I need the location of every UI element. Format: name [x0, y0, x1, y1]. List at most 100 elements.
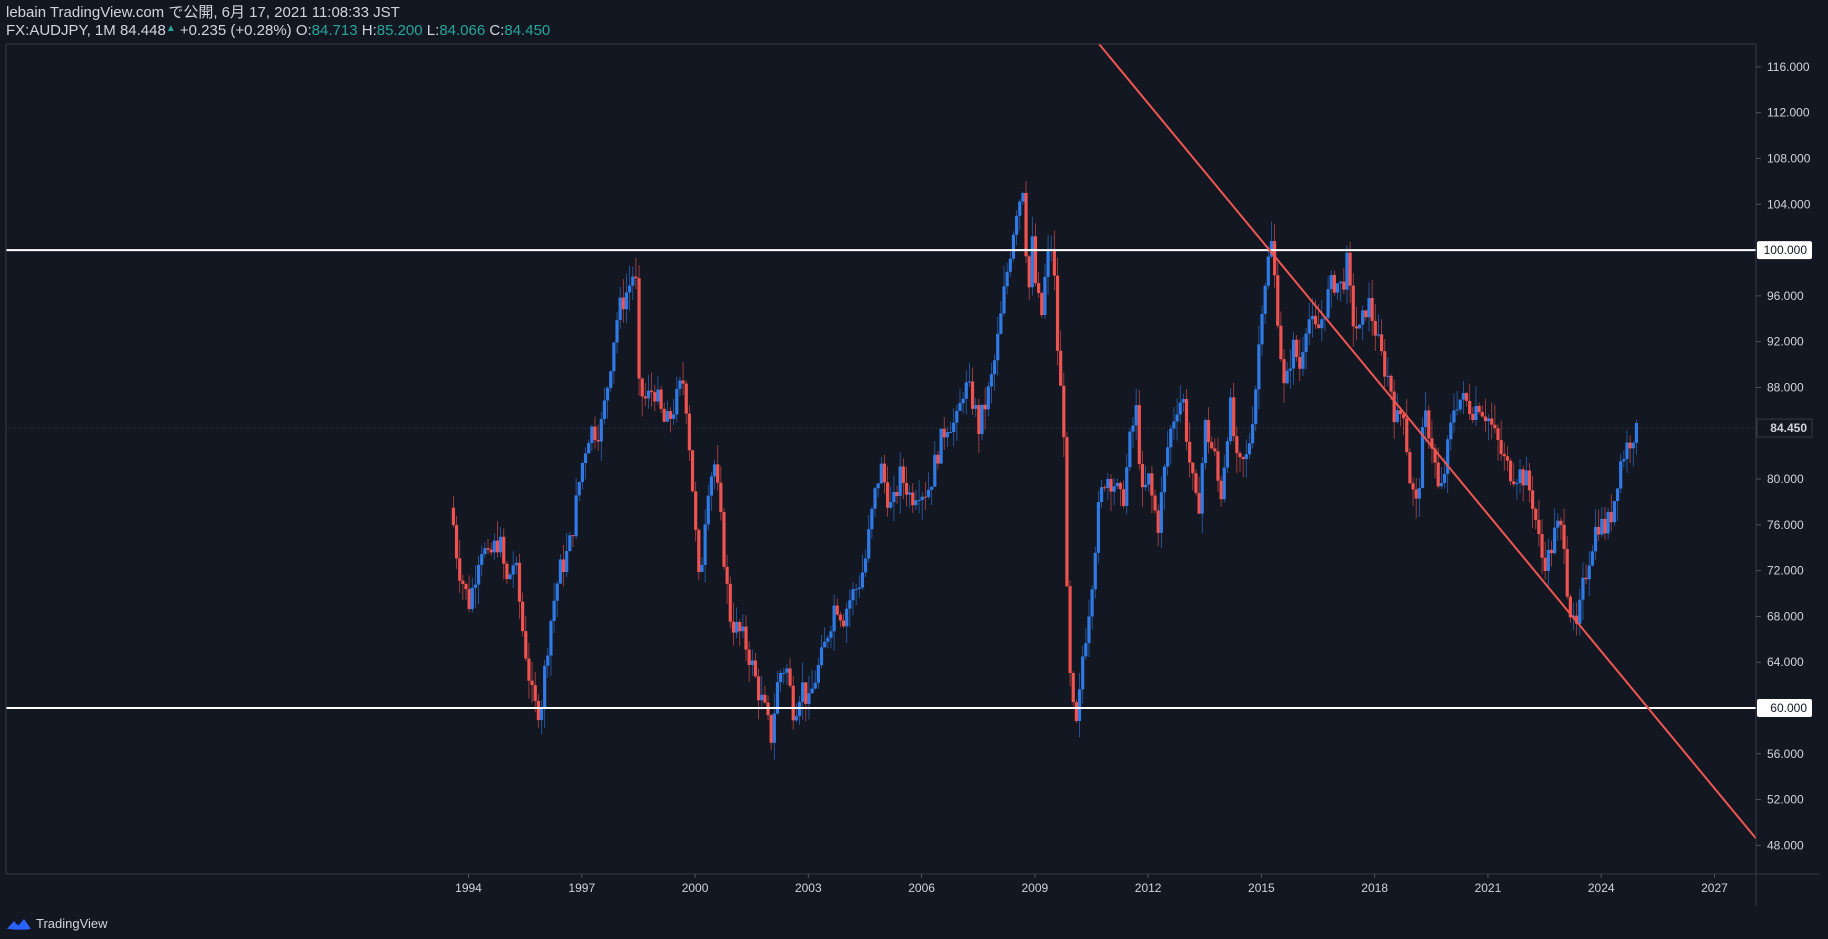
candle-body	[807, 693, 811, 704]
candle-body	[1367, 298, 1371, 318]
candle-body	[1131, 425, 1135, 432]
footer-brand[interactable]: TradingView	[6, 916, 108, 931]
candle-body	[1121, 489, 1126, 506]
candle-body	[1276, 275, 1280, 326]
candle-body	[816, 665, 820, 683]
candle-body	[1194, 473, 1198, 493]
candle-body	[527, 658, 531, 681]
candle-body	[1452, 410, 1456, 423]
candle-body	[870, 508, 874, 530]
candle-body	[970, 381, 975, 409]
candle-body	[590, 426, 594, 443]
candle-body	[703, 524, 707, 565]
candle-body	[480, 554, 484, 565]
candle-body	[967, 381, 972, 383]
symbol-label[interactable]: FX:AUDJPY, 1M	[6, 22, 116, 39]
candle-body	[568, 535, 572, 551]
candle-body	[621, 297, 625, 310]
candle-body	[1030, 236, 1034, 288]
candle-body	[1178, 402, 1182, 415]
candle-body	[1005, 271, 1009, 287]
candle-body	[1581, 577, 1585, 600]
candle-body	[536, 700, 540, 721]
candle-body	[1008, 258, 1012, 272]
candle-body	[974, 405, 978, 409]
price-tick-label: 92.000	[1767, 335, 1804, 349]
candle-body	[533, 685, 537, 701]
candle-body	[1235, 436, 1239, 454]
candle-body	[1087, 616, 1091, 644]
candle-body	[955, 410, 959, 423]
candle-body	[1099, 487, 1104, 503]
candle-body	[470, 587, 474, 610]
candle-body	[879, 463, 883, 484]
candle-body	[1609, 512, 1613, 523]
candle-body	[1115, 482, 1119, 487]
candle-body	[948, 431, 953, 433]
candle-body	[1449, 422, 1453, 440]
candle-body	[489, 549, 493, 553]
candle-body	[1631, 442, 1635, 449]
candle-body	[653, 392, 657, 402]
candle-body	[1062, 385, 1066, 438]
candle-body	[1118, 482, 1123, 490]
candle-body	[615, 320, 619, 343]
candle-body	[1342, 281, 1346, 290]
candle-body	[801, 682, 805, 702]
close-value: 84.450	[504, 22, 551, 39]
price-tick-label: 72.000	[1767, 564, 1804, 578]
candle-body	[712, 464, 717, 477]
candle-body	[1055, 275, 1060, 351]
candle-body	[1486, 418, 1491, 422]
candle-body	[631, 276, 635, 286]
candle-body	[1184, 399, 1189, 442]
candle-body	[659, 389, 663, 409]
candle-body	[750, 660, 754, 666]
candle-body	[1436, 462, 1440, 487]
candle-body	[838, 614, 843, 621]
candle-body	[989, 374, 994, 387]
price-tick-label: 104.000	[1767, 197, 1811, 211]
candle-body	[1326, 289, 1330, 318]
candle-body	[886, 482, 890, 508]
candle-body	[785, 668, 789, 673]
candle-body	[958, 403, 962, 411]
candle-body	[1166, 447, 1170, 467]
candle-body	[1502, 454, 1506, 457]
candle-body	[1480, 411, 1484, 417]
candle-body	[596, 440, 600, 442]
candle-body	[1405, 418, 1409, 453]
candle-body	[1206, 419, 1211, 443]
price-axis[interactable]: 48.000 52.000 56.000 60.000 64.000 68.000 72.0…	[1756, 60, 1811, 852]
candle-body	[1590, 551, 1594, 566]
candle-body	[476, 564, 481, 585]
candle-body	[643, 396, 647, 399]
candle-body	[1634, 422, 1639, 443]
candle-body	[502, 536, 506, 564]
candle-body	[823, 641, 827, 648]
candle-body	[901, 466, 905, 483]
candle-body	[763, 694, 767, 703]
candle-body	[558, 559, 562, 584]
candle-body	[1074, 702, 1078, 721]
candle-body	[1521, 469, 1525, 486]
candle-body	[892, 492, 896, 503]
candle-body	[1310, 315, 1314, 320]
candle-body	[734, 622, 739, 633]
candle-body	[1257, 344, 1261, 390]
candle-body	[1559, 520, 1563, 525]
footer-brand-text: TradingView	[36, 916, 108, 931]
time-tick-label: 2018	[1361, 881, 1388, 895]
candle-body	[1361, 310, 1365, 325]
candle-body	[1543, 557, 1547, 571]
candle-body	[819, 647, 824, 666]
price-chart[interactable]: 48.000 52.000 56.000 60.000 64.000 68.000 72.0…	[0, 0, 1828, 939]
candle-body	[986, 386, 990, 410]
candle-body	[618, 297, 622, 321]
candle-body	[1540, 534, 1544, 558]
time-tick-label: 2027	[1701, 881, 1728, 895]
candle-body	[760, 694, 764, 701]
candle-body	[1150, 473, 1154, 496]
candle-body	[458, 558, 462, 581]
time-axis[interactable]: 1994 1997 2000 2003 2006 2009 2012 2015 2018 2021…	[455, 874, 1728, 895]
